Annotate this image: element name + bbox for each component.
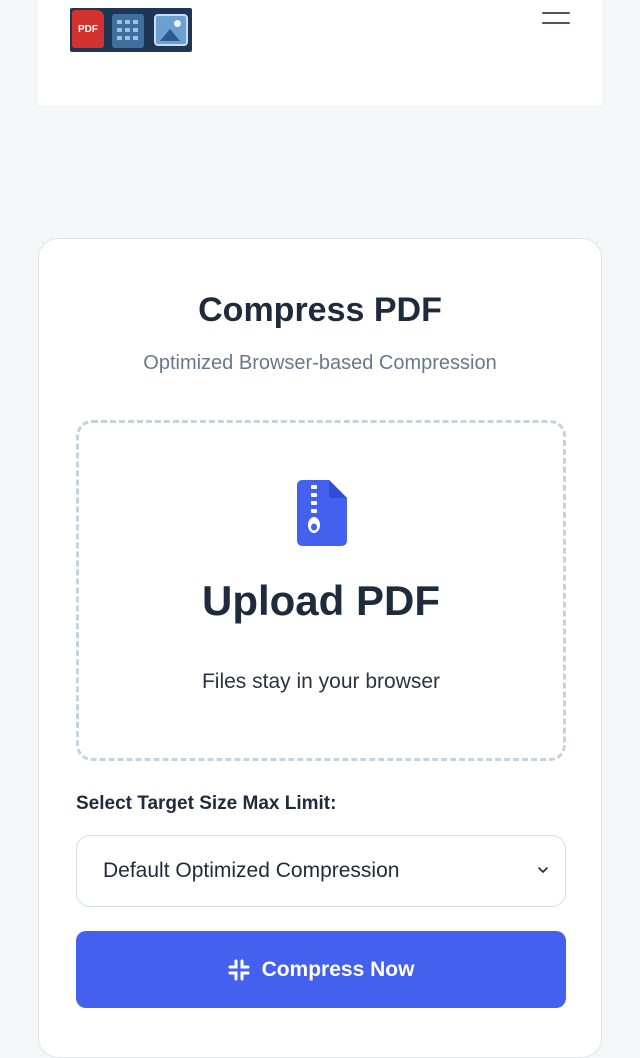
- page-subtitle: Optimized Browser-based Compression: [143, 352, 497, 374]
- page-title: Compress PDF: [198, 291, 442, 329]
- target-size-label: Select Target Size Max Limit:: [76, 793, 337, 814]
- target-size-value: Default Optimized Compression: [103, 859, 400, 882]
- target-size-select[interactable]: Default Optimized Compression: [76, 835, 566, 907]
- file-zipper-icon: [297, 480, 347, 546]
- compress-now-button[interactable]: Compress Now: [76, 931, 566, 1008]
- image-icon: [154, 14, 188, 46]
- compress-card: Compress PDF Optimized Browser-based Com…: [38, 238, 602, 1058]
- chevron-down-icon: [538, 867, 548, 873]
- compress-icon: [228, 959, 250, 980]
- compress-now-label: Compress Now: [261, 957, 415, 981]
- upload-dropzone[interactable]: Upload PDF Files stay in your browser: [76, 420, 566, 761]
- hamburger-menu-icon[interactable]: [542, 8, 570, 30]
- site-header: PDF: [38, 0, 602, 105]
- upload-note: Files stay in your browser: [201, 670, 441, 693]
- pdf-file-icon: PDF: [72, 10, 104, 48]
- site-logo[interactable]: PDF: [70, 8, 192, 52]
- upload-title: Upload PDF: [202, 577, 440, 624]
- calculator-icon: [112, 14, 144, 48]
